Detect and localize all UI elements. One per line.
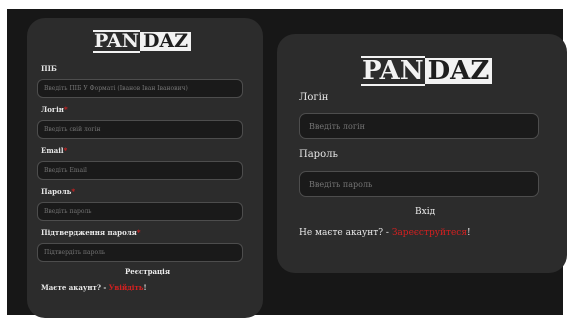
register-login-placeholder: Введіть свій логін (44, 126, 101, 133)
logo-part-2: DAZ (424, 58, 493, 84)
required-mark: * (63, 146, 68, 155)
fullname-input[interactable]: Введіть ПІБ У Форматі (Іванов Іван Івано… (37, 79, 243, 98)
confirm-password-label-text: Підтвердження пароля (41, 228, 137, 237)
login-prompt: Маєте акаунт? - Увійдіть! (41, 283, 147, 292)
required-mark: * (136, 228, 141, 237)
register-password-placeholder: Введіть пароль (44, 208, 92, 215)
email-label-text: Email (41, 146, 64, 155)
login-input[interactable]: Введіть логін (299, 113, 539, 139)
register-prompt-end: ! (467, 228, 471, 238)
login-placeholder: Введіть логін (309, 121, 365, 131)
required-mark: * (71, 187, 76, 196)
register-link[interactable]: Зареєструйтеся (392, 228, 467, 238)
register-login-label-text: Логін (41, 105, 64, 114)
login-prompt-end: ! (143, 283, 147, 292)
logo: PAN DAZ (93, 30, 192, 53)
login-link[interactable]: Увійдіть (109, 283, 144, 292)
login-card: PAN DAZ Логін Введіть логін Пароль Введіт… (277, 34, 567, 273)
confirm-password-placeholder: Підтвердіть пароль (44, 249, 106, 256)
register-card: PAN DAZ ПІБ Введіть ПІБ У Форматі (Іванов… (27, 18, 263, 318)
logo-part-1: PAN (93, 30, 141, 53)
confirm-password-input[interactable]: Підтвердіть пароль (37, 243, 243, 262)
register-password-label-text: Пароль (41, 187, 72, 196)
login-label: Логін (299, 92, 329, 103)
email-label: Email* (41, 146, 67, 155)
register-prompt-text: Не маєте акаунт? - (299, 228, 392, 238)
fullname-placeholder: Введіть ПІБ У Форматі (Іванов Іван Івано… (44, 85, 188, 92)
logo-part-2: DAZ (140, 32, 192, 51)
register-prompt: Не маєте акаунт? - Зареєструйтеся! (299, 228, 471, 238)
register-password-label: Пароль* (41, 187, 75, 196)
login-prompt-text: Маєте акаунт? - (41, 283, 109, 292)
password-label: Пароль (299, 149, 338, 160)
password-placeholder: Введіть пароль (309, 179, 373, 189)
logo-part-1: PAN (361, 56, 425, 86)
email-input[interactable]: Введіть Email (37, 161, 243, 180)
email-placeholder: Введіть Email (44, 167, 87, 174)
confirm-password-label: Підтвердження пароля* (41, 228, 141, 237)
logo: PAN DAZ (361, 56, 493, 86)
register-login-input[interactable]: Введіть свій логін (37, 120, 243, 139)
register-button[interactable]: Реєстрація (125, 267, 170, 276)
password-input[interactable]: Введіть пароль (299, 171, 539, 197)
register-password-input[interactable]: Введіть пароль (37, 202, 243, 221)
register-login-label: Логін* (41, 105, 68, 114)
fullname-label-text: ПІБ (41, 64, 57, 73)
required-mark: * (63, 105, 68, 114)
fullname-label: ПІБ (41, 64, 57, 73)
login-button[interactable]: Вхід (415, 207, 435, 217)
